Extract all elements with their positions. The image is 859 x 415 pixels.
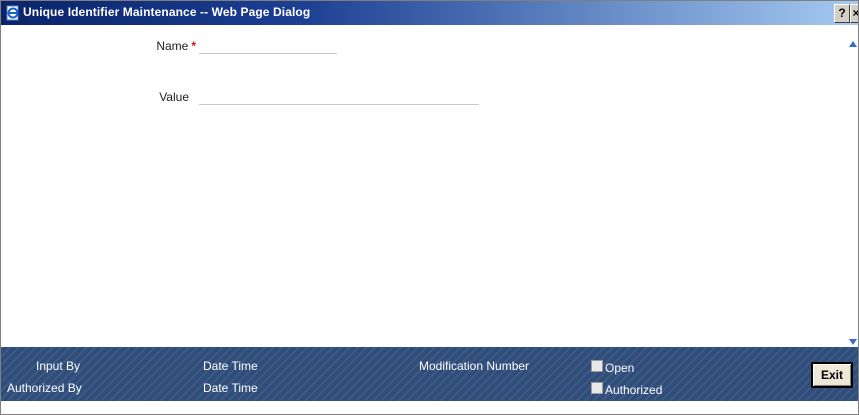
close-button[interactable]: × — [850, 4, 858, 23]
help-button[interactable]: ? — [834, 4, 850, 23]
title-bar[interactable]: Unique Identifier Maintenance -- Web Pag… — [1, 1, 858, 25]
name-input[interactable] — [199, 37, 337, 54]
authorized-by-label: Authorized By — [7, 381, 82, 395]
dialog-window: Unique Identifier Maintenance -- Web Pag… — [0, 0, 859, 415]
vertical-scrollbar[interactable] — [847, 25, 858, 347]
form-area: Name * Value — [1, 25, 847, 347]
name-label: Name — [156, 39, 189, 53]
window-title: Unique Identifier Maintenance -- Web Pag… — [23, 5, 311, 19]
scroll-down-arrow-icon[interactable] — [848, 334, 858, 345]
bottom-border — [1, 401, 858, 414]
scroll-up-arrow-icon[interactable] — [848, 36, 858, 47]
authorized-date-time-label: Date Time — [203, 381, 258, 395]
input-by-label: Input By — [36, 359, 81, 373]
open-checkbox[interactable] — [591, 360, 603, 372]
input-date-time-label: Date Time — [203, 359, 258, 373]
exit-button[interactable]: Exit — [811, 362, 853, 388]
authorized-label: Authorized — [605, 383, 663, 397]
authorized-checkbox[interactable] — [591, 382, 603, 394]
value-label: Value — [159, 90, 189, 104]
value-input[interactable] — [199, 88, 479, 105]
name-label-row: Name * — [141, 39, 196, 53]
audit-footer: Input By Authorized By Date Time Date Ti… — [1, 347, 858, 401]
required-marker: * — [191, 39, 196, 53]
ie-page-icon — [5, 5, 21, 21]
modification-number-label: Modification Number — [419, 359, 530, 373]
open-label: Open — [605, 361, 635, 375]
